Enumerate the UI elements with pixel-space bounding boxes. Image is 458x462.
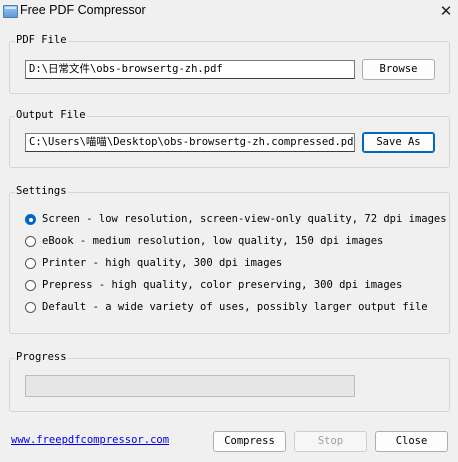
- close-window-icon[interactable]: ✕: [438, 1, 454, 21]
- pdf-file-input[interactable]: D:\日常文件\obs-browsertg-zh.pdf: [25, 60, 355, 79]
- window-title: Free PDF Compressor: [20, 3, 146, 17]
- pdf-file-group-label: PDF File: [15, 34, 68, 46]
- title-bar: Free PDF Compressor ✕: [0, 0, 458, 24]
- close-button[interactable]: Close: [375, 431, 448, 452]
- output-file-group-label: Output File: [15, 109, 87, 121]
- browse-button[interactable]: Browse: [362, 59, 435, 80]
- compress-button[interactable]: Compress: [213, 431, 286, 452]
- app-window-icon: [3, 5, 18, 18]
- output-file-input[interactable]: C:\Users\喵喵\Desktop\obs-browsertg-zh.com…: [25, 133, 355, 152]
- website-link[interactable]: www.freepdfcompressor.com: [11, 434, 169, 446]
- stop-button: Stop: [294, 431, 367, 452]
- radio-button[interactable]: [25, 258, 36, 269]
- progress-group-label: Progress: [15, 351, 68, 363]
- radio-button[interactable]: [25, 214, 36, 225]
- radio-button[interactable]: [25, 302, 36, 313]
- progress-bar: [25, 375, 355, 397]
- radio-button[interactable]: [25, 280, 36, 291]
- settings-group-label: Settings: [15, 185, 68, 197]
- radio-option-label: Default - a wide variety of uses, possib…: [42, 301, 428, 313]
- save-as-button[interactable]: Save As: [362, 132, 435, 153]
- radio-option-label: Prepress - high quality, color preservin…: [42, 279, 403, 291]
- radio-option-label: Screen - low resolution, screen-view-onl…: [42, 213, 447, 225]
- radio-option-label: eBook - medium resolution, low quality, …: [42, 235, 384, 247]
- radio-option-label: Printer - high quality, 300 dpi images: [42, 257, 283, 269]
- radio-button[interactable]: [25, 236, 36, 247]
